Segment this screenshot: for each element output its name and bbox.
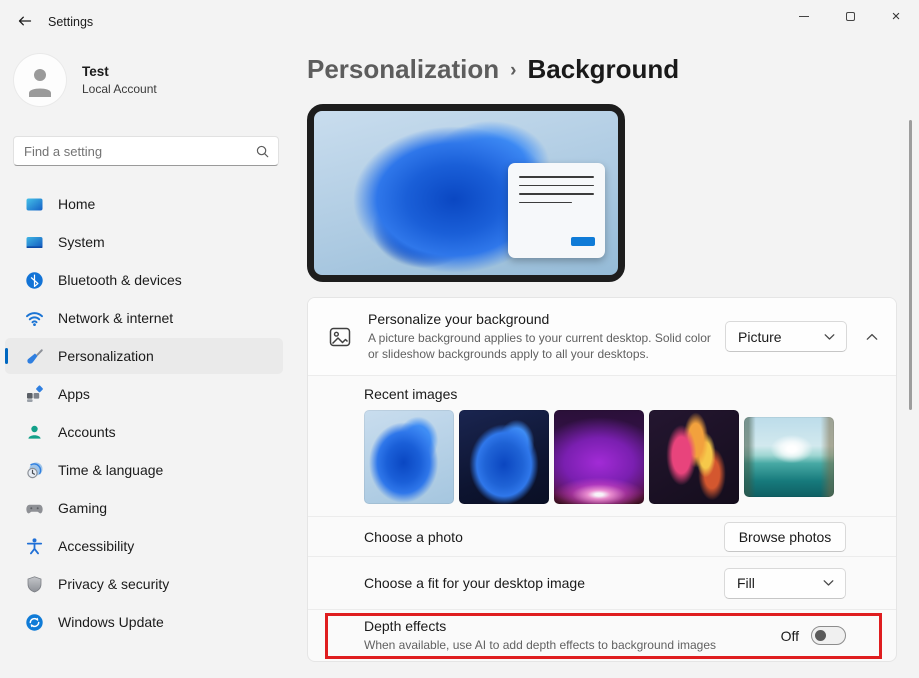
personalize-title: Personalize your background (368, 310, 550, 327)
recent-image-river-sunrise[interactable] (744, 417, 834, 497)
depth-effects-description: When available, use AI to add depth effe… (364, 637, 717, 652)
expander-collapse-button[interactable] (864, 333, 880, 341)
close-button[interactable]: × (873, 0, 919, 32)
background-preview (307, 104, 625, 282)
privacy-icon (25, 575, 44, 594)
recent-image-purple-glow[interactable] (554, 410, 644, 504)
sidebar-item-system[interactable]: System (5, 224, 283, 260)
sidebar-item-label: Accounts (58, 424, 116, 440)
time-language-icon (25, 461, 44, 480)
close-icon: × (891, 7, 901, 25)
back-arrow-icon (18, 16, 32, 26)
sidebar-item-label: Home (58, 196, 96, 212)
background-type-dropdown[interactable]: Picture (725, 321, 847, 352)
sidebar-item-privacy-security[interactable]: Privacy & security (5, 566, 283, 602)
depth-effects-toggle[interactable] (811, 626, 846, 645)
back-button[interactable] (12, 10, 38, 32)
network-icon (25, 309, 44, 328)
sidebar-item-label: Windows Update (58, 614, 164, 630)
depth-effects-state-label: Off (780, 627, 799, 644)
choose-fit-label: Choose a fit for your desktop image (364, 575, 586, 591)
depth-effects-row: Depth effects When available, use AI to … (308, 609, 896, 661)
choose-photo-row: Choose a photo Browse photos (308, 516, 896, 556)
search-icon (256, 145, 269, 157)
sidebar-item-label: Accessibility (58, 538, 135, 554)
sidebar-item-personalization[interactable]: Personalization (5, 338, 283, 374)
sidebar-item-home[interactable]: Home (5, 186, 283, 222)
choose-photo-label: Choose a photo (364, 528, 463, 545)
apps-icon (25, 384, 44, 404)
recent-images-section: Recent images (308, 375, 896, 516)
recent-images-label: Recent images (364, 386, 458, 402)
sidebar-item-accessibility[interactable]: Accessibility (5, 528, 283, 564)
preview-wallpaper (314, 111, 618, 275)
preview-accent-button (571, 237, 595, 246)
search-input[interactable] (24, 143, 255, 159)
choose-fit-row: Choose a fit for your desktop image Fill (308, 556, 896, 609)
personalize-description: A picture background applies to your cur… (368, 330, 711, 361)
sidebar-item-label: Gaming (58, 500, 108, 516)
recent-image-windows-bloom-dark[interactable] (459, 410, 549, 504)
home-icon (25, 195, 44, 214)
sidebar-item-label: Apps (58, 386, 90, 402)
windows-update-icon (25, 613, 44, 632)
sidebar-item-label: Bluetooth & devices (58, 272, 182, 288)
maximize-button[interactable] (827, 0, 873, 32)
chevron-up-icon (866, 333, 878, 340)
sidebar-item-time-language[interactable]: Time & language (5, 452, 283, 488)
preview-sample-window (508, 163, 605, 258)
sidebar-item-network-internet[interactable]: Network & internet (5, 300, 283, 336)
sidebar-item-label: Time & language (58, 462, 164, 478)
fit-dropdown[interactable]: Fill (724, 567, 846, 599)
gaming-icon (25, 499, 44, 518)
sidebar-item-windows-update[interactable]: Windows Update (5, 604, 283, 640)
page-title: Background (527, 54, 680, 84)
scrollbar[interactable] (909, 120, 912, 410)
title-bar: Settings × (0, 0, 919, 40)
recent-image-windows-bloom-light[interactable] (364, 410, 454, 504)
browse-photos-button[interactable]: Browse photos (724, 521, 846, 552)
sidebar-item-accounts[interactable]: Accounts (5, 414, 283, 450)
recent-image-abstract-ribbons[interactable] (649, 410, 739, 504)
personalize-background-row[interactable]: Personalize your background A picture ba… (308, 298, 896, 375)
sidebar-item-label: Privacy & security (58, 576, 170, 592)
chevron-down-icon (823, 580, 834, 586)
user-profile[interactable]: Test Local Account (14, 54, 157, 106)
window-controls: × (781, 0, 919, 32)
breadcrumb-separator: › (510, 59, 517, 81)
user-account-type: Local Account (82, 82, 157, 96)
breadcrumb: Personalization › Background (307, 54, 679, 85)
sidebar-item-label: Network & internet (58, 310, 174, 326)
avatar (14, 54, 66, 106)
bluetooth-icon (25, 271, 44, 290)
sidebar-nav: Home System Bluetooth & devices Network & i… (5, 186, 283, 642)
fit-value: Fill (737, 575, 755, 591)
minimize-icon (799, 15, 809, 17)
maximize-icon (845, 11, 855, 21)
sidebar: Test Local Account Home System Bluetooth &… (0, 40, 292, 678)
sidebar-item-gaming[interactable]: Gaming (5, 490, 283, 526)
background-settings-card: Personalize your background A picture ba… (307, 297, 897, 662)
toggle-knob (815, 630, 826, 641)
sidebar-item-bluetooth-devices[interactable]: Bluetooth & devices (5, 262, 283, 298)
breadcrumb-parent[interactable]: Personalization (307, 54, 499, 85)
personalization-icon (25, 347, 44, 366)
chevron-down-icon (824, 333, 835, 340)
background-type-value: Picture (738, 328, 782, 345)
accessibility-icon (25, 537, 44, 556)
search-box[interactable] (13, 136, 279, 166)
user-name: Test (82, 64, 109, 79)
sidebar-item-label: System (58, 234, 105, 250)
sidebar-item-label: Personalization (58, 348, 154, 364)
accounts-icon (25, 423, 44, 442)
recent-images-list (364, 410, 880, 504)
image-icon (329, 327, 351, 346)
person-icon (29, 69, 51, 97)
minimize-button[interactable] (781, 0, 827, 32)
system-icon (25, 233, 44, 252)
window-title: Settings (48, 15, 94, 29)
depth-effects-title: Depth effects (364, 617, 447, 634)
sidebar-item-apps[interactable]: Apps (5, 376, 283, 412)
